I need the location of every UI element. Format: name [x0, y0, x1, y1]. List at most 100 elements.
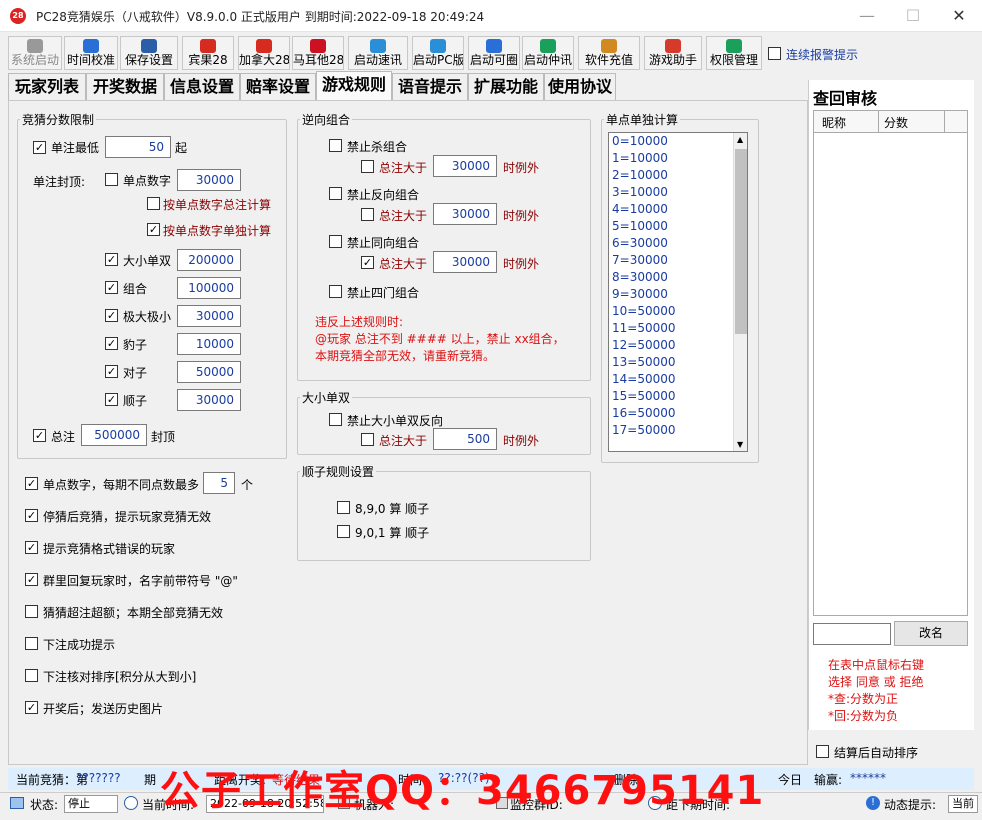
option-checkbox[interactable] — [25, 605, 38, 618]
list-item[interactable]: 8=30000 — [609, 269, 747, 286]
toolbar-button-8[interactable]: 启动可圈 — [468, 36, 520, 70]
limit-input[interactable]: 200000 — [177, 249, 241, 271]
list-item[interactable]: 13=50000 — [609, 354, 747, 371]
min-bet-checkbox[interactable]: ✓ — [33, 141, 46, 154]
close-icon[interactable]: ✕ — [936, 0, 982, 32]
toolbar-button-1[interactable]: 时间校准 — [64, 36, 118, 70]
list-item[interactable]: 11=50000 — [609, 320, 747, 337]
option-checkbox[interactable]: ✓ — [25, 509, 38, 522]
option-checkbox[interactable]: ✓ — [25, 573, 38, 586]
combo-total-checkbox[interactable]: ✓ — [361, 256, 374, 269]
total-input[interactable]: 500000 — [81, 424, 147, 446]
list-item[interactable]: 14=50000 — [609, 371, 747, 388]
list-item[interactable]: 6=30000 — [609, 235, 747, 252]
min-bet-input[interactable]: 50 — [105, 136, 171, 158]
list-item[interactable]: 17=50000 — [609, 422, 747, 439]
tab-2[interactable]: 信息设置 — [164, 73, 240, 100]
tab-5[interactable]: 语音提示 — [392, 73, 468, 100]
list-item[interactable]: 0=10000 — [609, 133, 747, 150]
list-item[interactable]: 5=10000 — [609, 218, 747, 235]
straight-901-checkbox[interactable] — [337, 525, 350, 538]
scroll-down-icon[interactable]: ▼ — [737, 440, 743, 449]
col-score[interactable]: 分数 — [884, 114, 908, 131]
tab-6[interactable]: 扩展功能 — [468, 73, 544, 100]
single-digit-checkbox[interactable] — [105, 173, 118, 186]
limit-input[interactable]: 50000 — [177, 361, 241, 383]
big-small-total-checkbox[interactable] — [361, 433, 374, 446]
scroll-thumb[interactable] — [735, 149, 747, 334]
toolbar-button-7[interactable]: 启动PC版 — [412, 36, 464, 70]
list-item[interactable]: 4=10000 — [609, 201, 747, 218]
total-checkbox[interactable]: ✓ — [33, 429, 46, 442]
toolbar-button-2[interactable]: 保存设置 — [120, 36, 178, 70]
single-point-list[interactable]: 0=10000 1=10000 2=10000 3=10000 4=10000 5=100… — [608, 132, 748, 452]
rename-input[interactable] — [813, 623, 891, 645]
list-scrollbar[interactable]: ▲ ▼ — [733, 133, 747, 451]
tab-3[interactable]: 赔率设置 — [240, 73, 316, 100]
limit-checkbox[interactable]: ✓ — [105, 281, 118, 294]
list-item[interactable]: 9=30000 — [609, 286, 747, 303]
by-total-checkbox[interactable] — [147, 197, 160, 210]
option-checkbox[interactable]: ✓ — [25, 701, 38, 714]
combo-total-checkbox[interactable] — [361, 160, 374, 173]
toolbar-button-12[interactable]: 权限管理 — [706, 36, 762, 70]
by-single-checkbox[interactable]: ✓ — [147, 223, 160, 236]
limit-checkbox[interactable]: ✓ — [105, 337, 118, 350]
review-table[interactable]: 昵称 分数 — [813, 110, 968, 616]
combo-total-input[interactable]: 30000 — [433, 155, 497, 177]
list-item[interactable]: 7=30000 — [609, 252, 747, 269]
combo-total-input[interactable]: 30000 — [433, 203, 497, 225]
limit-checkbox[interactable]: ✓ — [105, 365, 118, 378]
toolbar-button-10[interactable]: 软件充值 — [578, 36, 640, 70]
col-nickname[interactable]: 昵称 — [822, 114, 846, 131]
combo-total-checkbox[interactable] — [361, 208, 374, 221]
option-checkbox[interactable]: ✓ — [25, 477, 38, 490]
list-item[interactable]: 1=10000 — [609, 150, 747, 167]
four-door-checkbox[interactable] — [329, 285, 342, 298]
limit-input[interactable]: 100000 — [177, 277, 241, 299]
combo-checkbox[interactable] — [329, 235, 342, 248]
straight-890-checkbox[interactable] — [337, 501, 350, 514]
option-checkbox[interactable] — [25, 669, 38, 682]
limit-input[interactable]: 10000 — [177, 333, 241, 355]
auto-sort-checkbox[interactable] — [816, 745, 829, 758]
list-item[interactable]: 10=50000 — [609, 303, 747, 320]
limit-checkbox[interactable]: ✓ — [105, 393, 118, 406]
max-points-input[interactable]: 5 — [203, 472, 235, 494]
tab-0[interactable]: 玩家列表 — [8, 73, 86, 100]
list-item[interactable]: 15=50000 — [609, 388, 747, 405]
toolbar-button-6[interactable]: 启动速讯 — [348, 36, 408, 70]
list-item[interactable]: 12=50000 — [609, 337, 747, 354]
toolbar-button-0[interactable]: 系统启动 — [8, 36, 62, 70]
tab-1[interactable]: 开奖数据 — [86, 73, 164, 100]
combo-checkbox[interactable] — [329, 187, 342, 200]
limit-checkbox[interactable]: ✓ — [105, 309, 118, 322]
toolbar-button-3[interactable]: 宾果28 — [182, 36, 234, 70]
alarm-checkbox[interactable] — [768, 47, 781, 60]
option-checkbox[interactable]: ✓ — [25, 541, 38, 554]
big-small-input[interactable]: 500 — [433, 428, 497, 450]
tab-4[interactable]: 游戏规则 — [316, 71, 392, 101]
minimize-icon[interactable]: — — [844, 0, 890, 32]
list-item[interactable]: 16=50000 — [609, 405, 747, 422]
list-item[interactable]: 2=10000 — [609, 167, 747, 184]
toolbar-button-5[interactable]: 马耳他28 — [292, 36, 344, 70]
toolbar-button-4[interactable]: 加拿大28 — [238, 36, 290, 70]
scroll-up-icon[interactable]: ▲ — [737, 135, 743, 144]
single-digit-input[interactable]: 30000 — [177, 169, 241, 191]
tab-7[interactable]: 使用协议 — [544, 73, 616, 100]
limit-checkbox[interactable]: ✓ — [105, 253, 118, 266]
combo-checkbox[interactable] — [329, 139, 342, 152]
toolbar-button-11[interactable]: 游戏助手 — [644, 36, 702, 70]
limit-input[interactable]: 30000 — [177, 389, 241, 411]
list-item[interactable]: 3=10000 — [609, 184, 747, 201]
maximize-icon[interactable]: ☐ — [890, 0, 936, 32]
rename-button[interactable]: 改名 — [894, 621, 968, 646]
toolbar-button-9[interactable]: 启动仲讯 — [522, 36, 574, 70]
limit-input[interactable]: 30000 — [177, 305, 241, 327]
limit-label: 极大极小 — [123, 310, 172, 324]
toolbar-button-label: 启动PC版 — [413, 53, 464, 67]
big-small-checkbox[interactable] — [329, 413, 342, 426]
combo-total-input[interactable]: 30000 — [433, 251, 497, 273]
option-checkbox[interactable] — [25, 637, 38, 650]
